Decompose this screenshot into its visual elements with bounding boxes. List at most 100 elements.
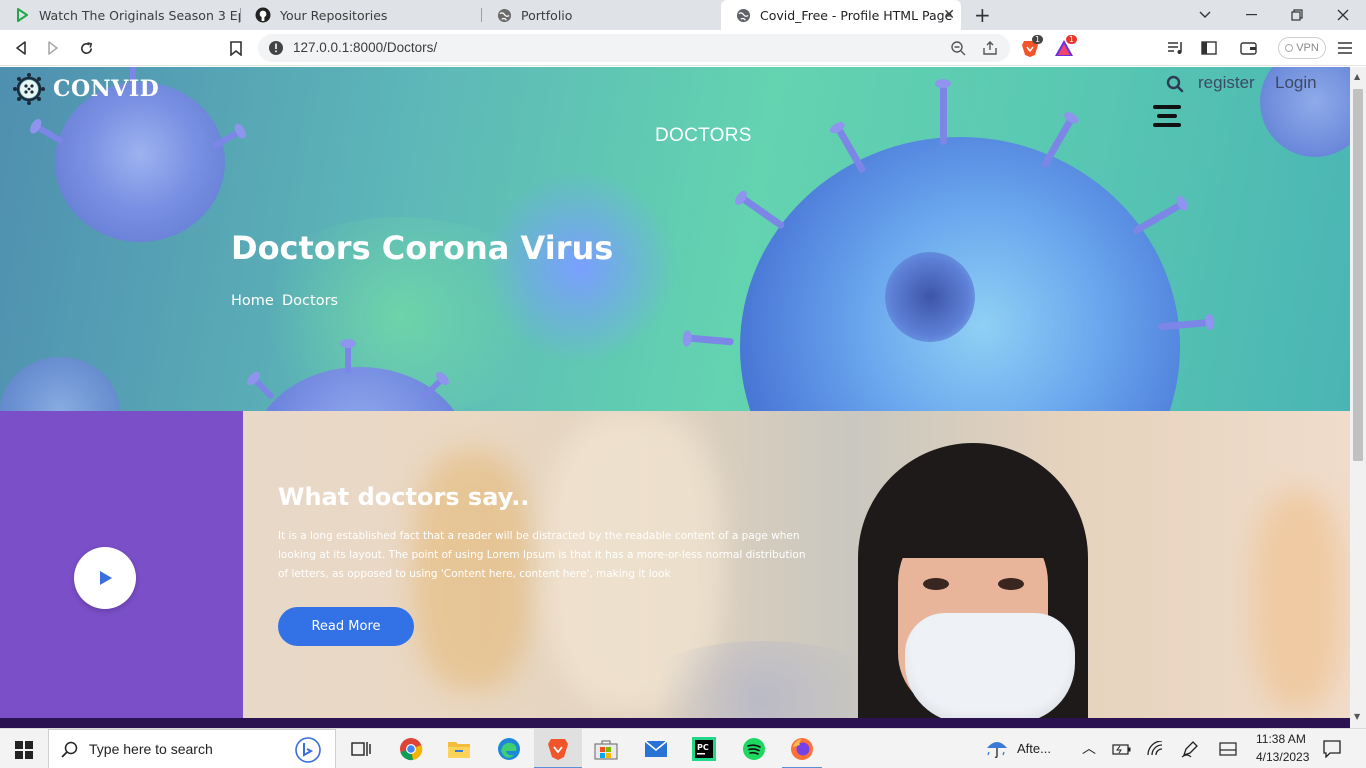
pen-icon[interactable] xyxy=(1176,735,1204,763)
minimize-button[interactable] xyxy=(1228,0,1274,30)
rewards-count-badge: 1 xyxy=(1066,35,1078,44)
page-scrollbar[interactable]: ▲ ▼ xyxy=(1350,67,1366,728)
taskbar-firefox[interactable] xyxy=(788,735,816,763)
tab-title: Covid_Free - Profile HTML Page xyxy=(760,7,953,23)
umbrella-rain-icon xyxy=(987,742,1007,759)
taskbar-pycharm[interactable]: PC xyxy=(690,735,718,763)
share-icon[interactable] xyxy=(982,40,998,60)
chrome-icon xyxy=(400,738,423,761)
close-tab-icon[interactable]: ✕ xyxy=(943,7,955,23)
taskbar-mail[interactable] xyxy=(642,735,670,763)
scrollbar-thumb[interactable] xyxy=(1353,89,1363,461)
virus-logo-icon xyxy=(12,72,46,106)
battery-icon[interactable] xyxy=(1108,735,1136,763)
scroll-down-arrow-icon[interactable]: ▼ xyxy=(1354,712,1360,721)
browser-tab-bar: Watch The Originals Season 3 Episode You… xyxy=(0,0,1366,30)
wifi-icon[interactable] xyxy=(1141,735,1169,763)
virus-core xyxy=(885,252,975,342)
wallet-button[interactable] xyxy=(1237,37,1259,59)
brave-shields-button[interactable]: 1 xyxy=(1019,35,1044,59)
globe-icon xyxy=(735,7,751,23)
breadcrumb-home[interactable]: Home xyxy=(231,293,274,309)
nav-register-link[interactable]: register xyxy=(1198,73,1255,93)
clock-date[interactable]: 4/13/2023 xyxy=(1256,750,1309,764)
taskbar-chrome[interactable] xyxy=(397,735,425,763)
taskbar-file-explorer[interactable] xyxy=(445,735,473,763)
new-tab-button[interactable]: + xyxy=(974,3,991,27)
svg-text:PC: PC xyxy=(697,743,709,752)
vpn-status-icon xyxy=(1285,44,1294,52)
forward-button[interactable] xyxy=(42,37,64,59)
search-icon xyxy=(61,741,79,763)
read-more-button[interactable]: Read More xyxy=(278,607,414,646)
nav-login-link[interactable]: Login xyxy=(1275,73,1317,93)
restore-button[interactable] xyxy=(1274,0,1320,30)
bookmark-button[interactable] xyxy=(225,37,247,59)
virus-spike xyxy=(252,377,276,401)
info-icon[interactable] xyxy=(268,40,284,60)
vpn-button[interactable]: VPN xyxy=(1278,37,1326,59)
site-logo[interactable]: CONVID xyxy=(12,72,159,106)
tab-repositories[interactable]: Your Repositories xyxy=(241,0,481,30)
menu-button[interactable] xyxy=(1334,37,1356,59)
face-mask xyxy=(905,613,1075,718)
close-window-button[interactable] xyxy=(1320,0,1366,30)
play-video-button[interactable] xyxy=(74,547,136,609)
taskbar-microsoft-store[interactable] xyxy=(592,735,620,763)
address-bar[interactable]: 127.0.0.1:8000/Doctors/ xyxy=(258,34,1010,62)
tab-title: Portfolio xyxy=(521,7,573,23)
firefox-icon xyxy=(791,738,813,760)
task-view-icon xyxy=(351,742,371,756)
background-blur xyxy=(1253,491,1343,711)
testimonial-section: What doctors say.. It is a long establis… xyxy=(243,411,1350,718)
testimonial-title: What doctors say.. xyxy=(278,483,530,511)
folder-icon xyxy=(448,742,470,758)
virus-illustration-small xyxy=(55,82,225,242)
play-icon xyxy=(100,571,112,585)
wallet-icon xyxy=(1239,42,1257,55)
weather-widget-icon[interactable] xyxy=(983,735,1011,763)
bookmark-icon xyxy=(230,40,242,56)
breadcrumb-current: Doctors xyxy=(282,293,339,309)
url-text: 127.0.0.1:8000/Doctors/ xyxy=(293,40,438,55)
restore-icon xyxy=(1291,9,1303,21)
minimize-icon xyxy=(1245,14,1257,16)
shields-count-badge: 1 xyxy=(1032,35,1044,44)
notification-center-button[interactable] xyxy=(1318,735,1346,763)
windows-start-button[interactable] xyxy=(15,741,33,763)
hamburger-menu-icon[interactable] xyxy=(1153,105,1181,132)
virus-spike xyxy=(688,334,734,346)
windows-logo-icon xyxy=(15,741,33,759)
taskbar-search-box[interactable]: Type here to search xyxy=(48,729,336,768)
playlist-icon xyxy=(1168,42,1182,54)
taskbar-spotify[interactable] xyxy=(740,735,768,763)
tab-title: Your Repositories xyxy=(280,7,388,23)
page-viewport: CONVID register Login DOCTORS Doctors Co… xyxy=(0,67,1350,718)
clock-time[interactable]: 11:38 AM xyxy=(1256,732,1306,746)
task-view-button[interactable] xyxy=(347,735,375,763)
testimonial-body: It is a long established fact that a rea… xyxy=(278,530,806,580)
search-icon[interactable] xyxy=(1166,75,1184,93)
sidebar-toggle-button[interactable] xyxy=(1198,37,1220,59)
chevron-down-icon xyxy=(1199,11,1211,18)
bing-icon[interactable] xyxy=(295,737,321,767)
tab-covid-free[interactable]: Covid_Free - Profile HTML Page ✕ xyxy=(721,0,961,30)
taskbar-brave[interactable] xyxy=(544,735,572,763)
weather-label[interactable]: Afte... xyxy=(1017,741,1051,756)
virus-spike xyxy=(340,339,356,373)
scroll-up-arrow-icon[interactable]: ▲ xyxy=(1354,72,1360,81)
close-icon xyxy=(1337,9,1349,21)
back-button[interactable] xyxy=(10,37,32,59)
playlist-button[interactable] xyxy=(1165,37,1187,59)
taskbar-edge[interactable] xyxy=(495,735,523,763)
hero-banner: CONVID register Login DOCTORS Doctors Co… xyxy=(0,67,1350,411)
keyboard-layout-icon[interactable] xyxy=(1214,735,1242,763)
tab-search-button[interactable] xyxy=(1182,0,1228,30)
vpn-label: VPN xyxy=(1296,42,1319,54)
zoom-icon[interactable] xyxy=(950,40,966,60)
tab-originals[interactable]: Watch The Originals Season 3 Episode xyxy=(0,0,240,30)
tab-portfolio[interactable]: Portfolio xyxy=(482,0,720,30)
reload-button[interactable] xyxy=(75,37,97,59)
chevron-up-icon[interactable]: ︿ xyxy=(1082,738,1096,758)
brave-rewards-button[interactable]: 1 xyxy=(1053,35,1078,59)
